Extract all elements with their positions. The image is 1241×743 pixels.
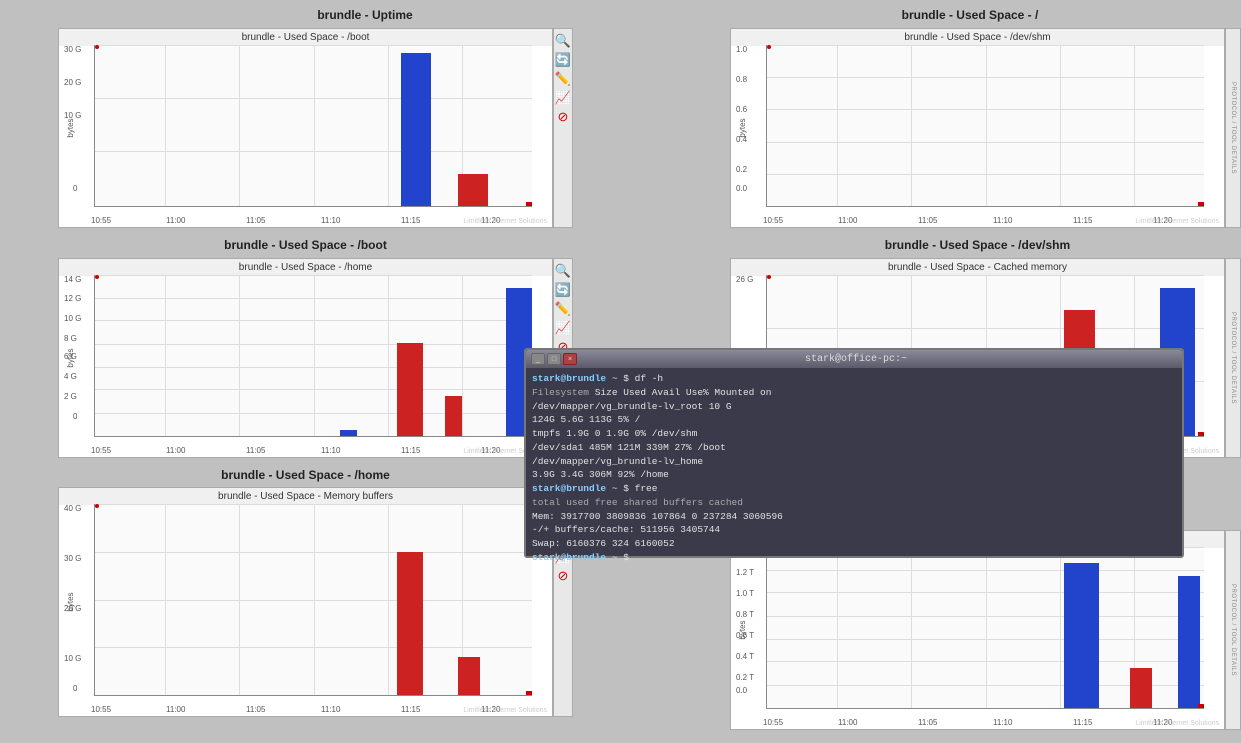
search-icon[interactable]: 🔍: [555, 33, 571, 49]
chart-membuf-title: brundle - Used Space - Memory buffers: [59, 488, 552, 505]
terminal-title: stark@office-pc:~: [577, 354, 1135, 365]
chart-devshm-panel: brundle - Used Space - /dev/shm bytes 1.…: [730, 28, 1225, 228]
chart-icon[interactable]: 📈: [555, 90, 571, 106]
stop-icon[interactable]: ⊘: [558, 109, 569, 125]
edit-icon[interactable]: ✏️: [555, 71, 571, 87]
search-icon2[interactable]: 🔍: [555, 263, 571, 279]
chart-physical-watermark: Limitless Internet Solutions: [1135, 720, 1219, 727]
chart-devshm-area: [766, 45, 1204, 207]
chart-boot-ylabel: bytes: [66, 118, 75, 137]
stop-icon3[interactable]: ⊘: [558, 568, 569, 584]
terminal-window[interactable]: _ □ × stark@office-pc:~ stark@brundle ~ …: [524, 348, 1184, 558]
bar-membuf-red: [397, 552, 423, 695]
label-boot-sub: brundle - Used Space - /boot: [58, 238, 553, 252]
chart-home-panel: brundle - Used Space - /home bytes 14 G …: [58, 258, 553, 458]
chart-home-title: brundle - Used Space - /home: [59, 259, 552, 276]
bar-home-red: [397, 343, 423, 436]
title-uptime: brundle - Uptime: [170, 8, 560, 22]
bar-physical-blue2: [1178, 576, 1200, 708]
chart-boot-title: brundle - Used Space - /boot: [59, 29, 552, 46]
bar-boot-blue: [401, 53, 432, 206]
chart-devshm-watermark: Limitless Internet Solutions: [1135, 218, 1219, 225]
title-used-space-root: brundle - Used Space - /: [720, 8, 1220, 22]
label-devshm-sub: brundle - Used Space - /dev/shm: [730, 238, 1225, 252]
terminal-titlebar: _ □ × stark@office-pc:~: [526, 350, 1182, 368]
terminal-content: stark@brundle ~ $ df -h Filesystem Size …: [526, 368, 1182, 569]
chart-membuf-panel: brundle - Used Space - Memory buffers by…: [58, 487, 553, 717]
sidebar-tools-left: 🔍 🔄 ✏️ 📈 ⊘: [553, 28, 573, 228]
label-home-sub: brundle - Used Space - /home: [58, 468, 553, 482]
refresh-icon2[interactable]: 🔄: [555, 282, 571, 298]
sidebar-right-top: PROTOCOL / TOOL DETAILS: [1225, 28, 1241, 228]
bar-home-red2: [445, 396, 462, 436]
chart-icon2[interactable]: 📈: [555, 320, 571, 336]
chart-membuf-watermark: Limitless Internet Solutions: [463, 707, 547, 714]
chart-cached-title: brundle - Used Space - Cached memory: [731, 259, 1224, 276]
chart-physical-area: [766, 547, 1204, 709]
chart-home-area: [94, 275, 532, 437]
chart-devshm-title: brundle - Used Space - /dev/shm: [731, 29, 1224, 46]
bar-boot-red: [458, 174, 489, 206]
sidebar-right-mid: PROTOCOL / TOOL DETAILS: [1225, 258, 1241, 458]
chart-boot-area: [94, 45, 532, 207]
edit-icon2[interactable]: ✏️: [555, 301, 571, 317]
terminal-close-btn[interactable]: ×: [563, 353, 577, 365]
refresh-icon[interactable]: 🔄: [555, 52, 571, 68]
terminal-maximize-btn[interactable]: □: [547, 353, 561, 365]
terminal-minimize-btn[interactable]: _: [531, 353, 545, 365]
sidebar-right-bot: PROTOCOL / TOOL DETAILS: [1225, 530, 1241, 730]
bar-home-blue-small: [340, 430, 357, 436]
bar-physical-red: [1130, 668, 1152, 708]
bar-membuf-red2: [458, 657, 480, 695]
chart-membuf-area: [94, 504, 532, 696]
chart-boot-watermark: Limitless Internet Solutions: [463, 218, 547, 225]
bar-physical-blue: [1064, 563, 1099, 708]
chart-boot-panel: brundle - Used Space - /boot bytes 30 G …: [58, 28, 553, 228]
